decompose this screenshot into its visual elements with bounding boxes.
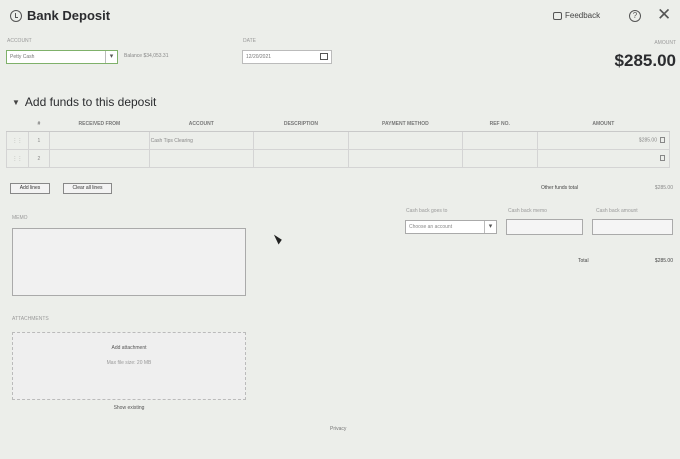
- trash-icon[interactable]: [660, 155, 665, 162]
- feedback-button[interactable]: Feedback: [553, 11, 600, 20]
- cash-back-account-select[interactable]: Choose an account ▾: [405, 220, 497, 234]
- received-from-cell[interactable]: [49, 131, 150, 150]
- max-file-size-text: Max file size: 20 MB: [106, 360, 152, 366]
- table-header-row: # Received from Account Description Paym…: [6, 117, 670, 132]
- amount-cell[interactable]: [536, 149, 671, 168]
- received-from-cell[interactable]: [49, 149, 150, 168]
- drag-handle-icon[interactable]: ⋮⋮: [6, 149, 29, 168]
- col-received-from[interactable]: Received from: [49, 117, 150, 132]
- attachments-label: Attachments: [12, 316, 49, 322]
- table-row[interactable]: ⋮⋮ 1 Cash Tips Clearing $285.00: [6, 131, 671, 150]
- date-input[interactable]: 12/20/2021: [242, 50, 332, 64]
- ref-no-cell[interactable]: [461, 131, 538, 150]
- col-amount: Amount: [537, 117, 670, 132]
- mouse-cursor-icon: [273, 232, 284, 245]
- total-label: Total: [578, 258, 589, 264]
- date-input-value: 12/20/2021: [246, 54, 272, 60]
- row-number: 2: [27, 149, 51, 168]
- col-num: #: [28, 117, 50, 132]
- feedback-icon: [553, 11, 562, 20]
- cash-back-goes-to-label: Cash back goes to: [406, 208, 448, 214]
- add-lines-button[interactable]: Add lines: [10, 183, 50, 194]
- add-funds-section-toggle[interactable]: ▼ Add funds to this deposit: [12, 95, 156, 109]
- chevron-down-icon[interactable]: ▾: [105, 51, 117, 63]
- chevron-down-icon: ▼: [12, 97, 20, 107]
- date-label: Date: [243, 38, 256, 44]
- account-select[interactable]: Petty Cash ▾: [6, 50, 118, 64]
- section-title: Add funds to this deposit: [24, 95, 157, 109]
- other-funds-value: $285.00: [654, 185, 673, 191]
- privacy-link[interactable]: Privacy: [330, 426, 346, 432]
- feedback-label: Feedback: [565, 11, 601, 20]
- help-icon[interactable]: ?: [629, 10, 641, 22]
- page-title-text: Bank Deposit: [27, 8, 111, 23]
- other-funds-label: Other funds total: [541, 185, 578, 191]
- attachments-dropzone[interactable]: [12, 332, 246, 400]
- account-cell[interactable]: [148, 149, 254, 168]
- ref-no-cell[interactable]: [461, 149, 538, 168]
- chevron-down-icon[interactable]: ▾: [484, 221, 496, 233]
- cash-back-amount-input[interactable]: [592, 219, 673, 235]
- clear-all-lines-button[interactable]: Clear all lines: [63, 183, 112, 194]
- account-label: Account: [7, 38, 32, 44]
- amount-label: Amount: [654, 40, 676, 46]
- col-payment-method: Payment method: [348, 117, 463, 132]
- cash-back-account-placeholder: Choose an account: [409, 224, 453, 230]
- page-title: Bank Deposit: [10, 8, 110, 23]
- description-cell[interactable]: [252, 131, 349, 150]
- add-attachment-link[interactable]: Add attachment: [12, 345, 246, 351]
- cash-back-amount-label: Cash back amount: [596, 208, 638, 214]
- payment-method-cell[interactable]: [347, 149, 463, 168]
- calendar-icon[interactable]: [320, 53, 328, 60]
- deposit-lines-table: # Received from Account Description Paym…: [6, 117, 671, 168]
- amount-cell-value: $285.00: [638, 137, 657, 144]
- col-drag: [6, 117, 29, 132]
- account-cell[interactable]: Cash Tips Clearing: [148, 131, 254, 150]
- amount-cell[interactable]: $285.00: [536, 131, 671, 150]
- drag-handle-icon[interactable]: ⋮⋮: [6, 131, 29, 150]
- payment-method-cell[interactable]: [347, 131, 463, 150]
- cash-back-memo-label: Cash back memo: [508, 208, 547, 214]
- close-icon[interactable]: ✕: [657, 6, 671, 23]
- history-icon[interactable]: [10, 9, 22, 22]
- memo-label: Memo: [12, 215, 28, 221]
- memo-textarea[interactable]: [12, 228, 246, 296]
- col-description: Description: [253, 117, 349, 132]
- cash-back-memo-input[interactable]: [506, 219, 583, 235]
- table-row[interactable]: ⋮⋮ 2: [6, 149, 671, 168]
- row-number: 1: [27, 131, 51, 150]
- total-value: $285.00: [654, 258, 673, 264]
- amount-total: $285.00: [614, 51, 676, 70]
- col-ref-no: Ref no.: [462, 117, 538, 132]
- col-account: Account: [149, 117, 254, 132]
- show-existing-link[interactable]: Show existing: [12, 405, 246, 411]
- account-balance: Balance $34,053.31: [124, 53, 169, 59]
- description-cell[interactable]: [252, 149, 349, 168]
- trash-icon[interactable]: [660, 137, 665, 144]
- account-select-value: Petty Cash: [10, 54, 35, 60]
